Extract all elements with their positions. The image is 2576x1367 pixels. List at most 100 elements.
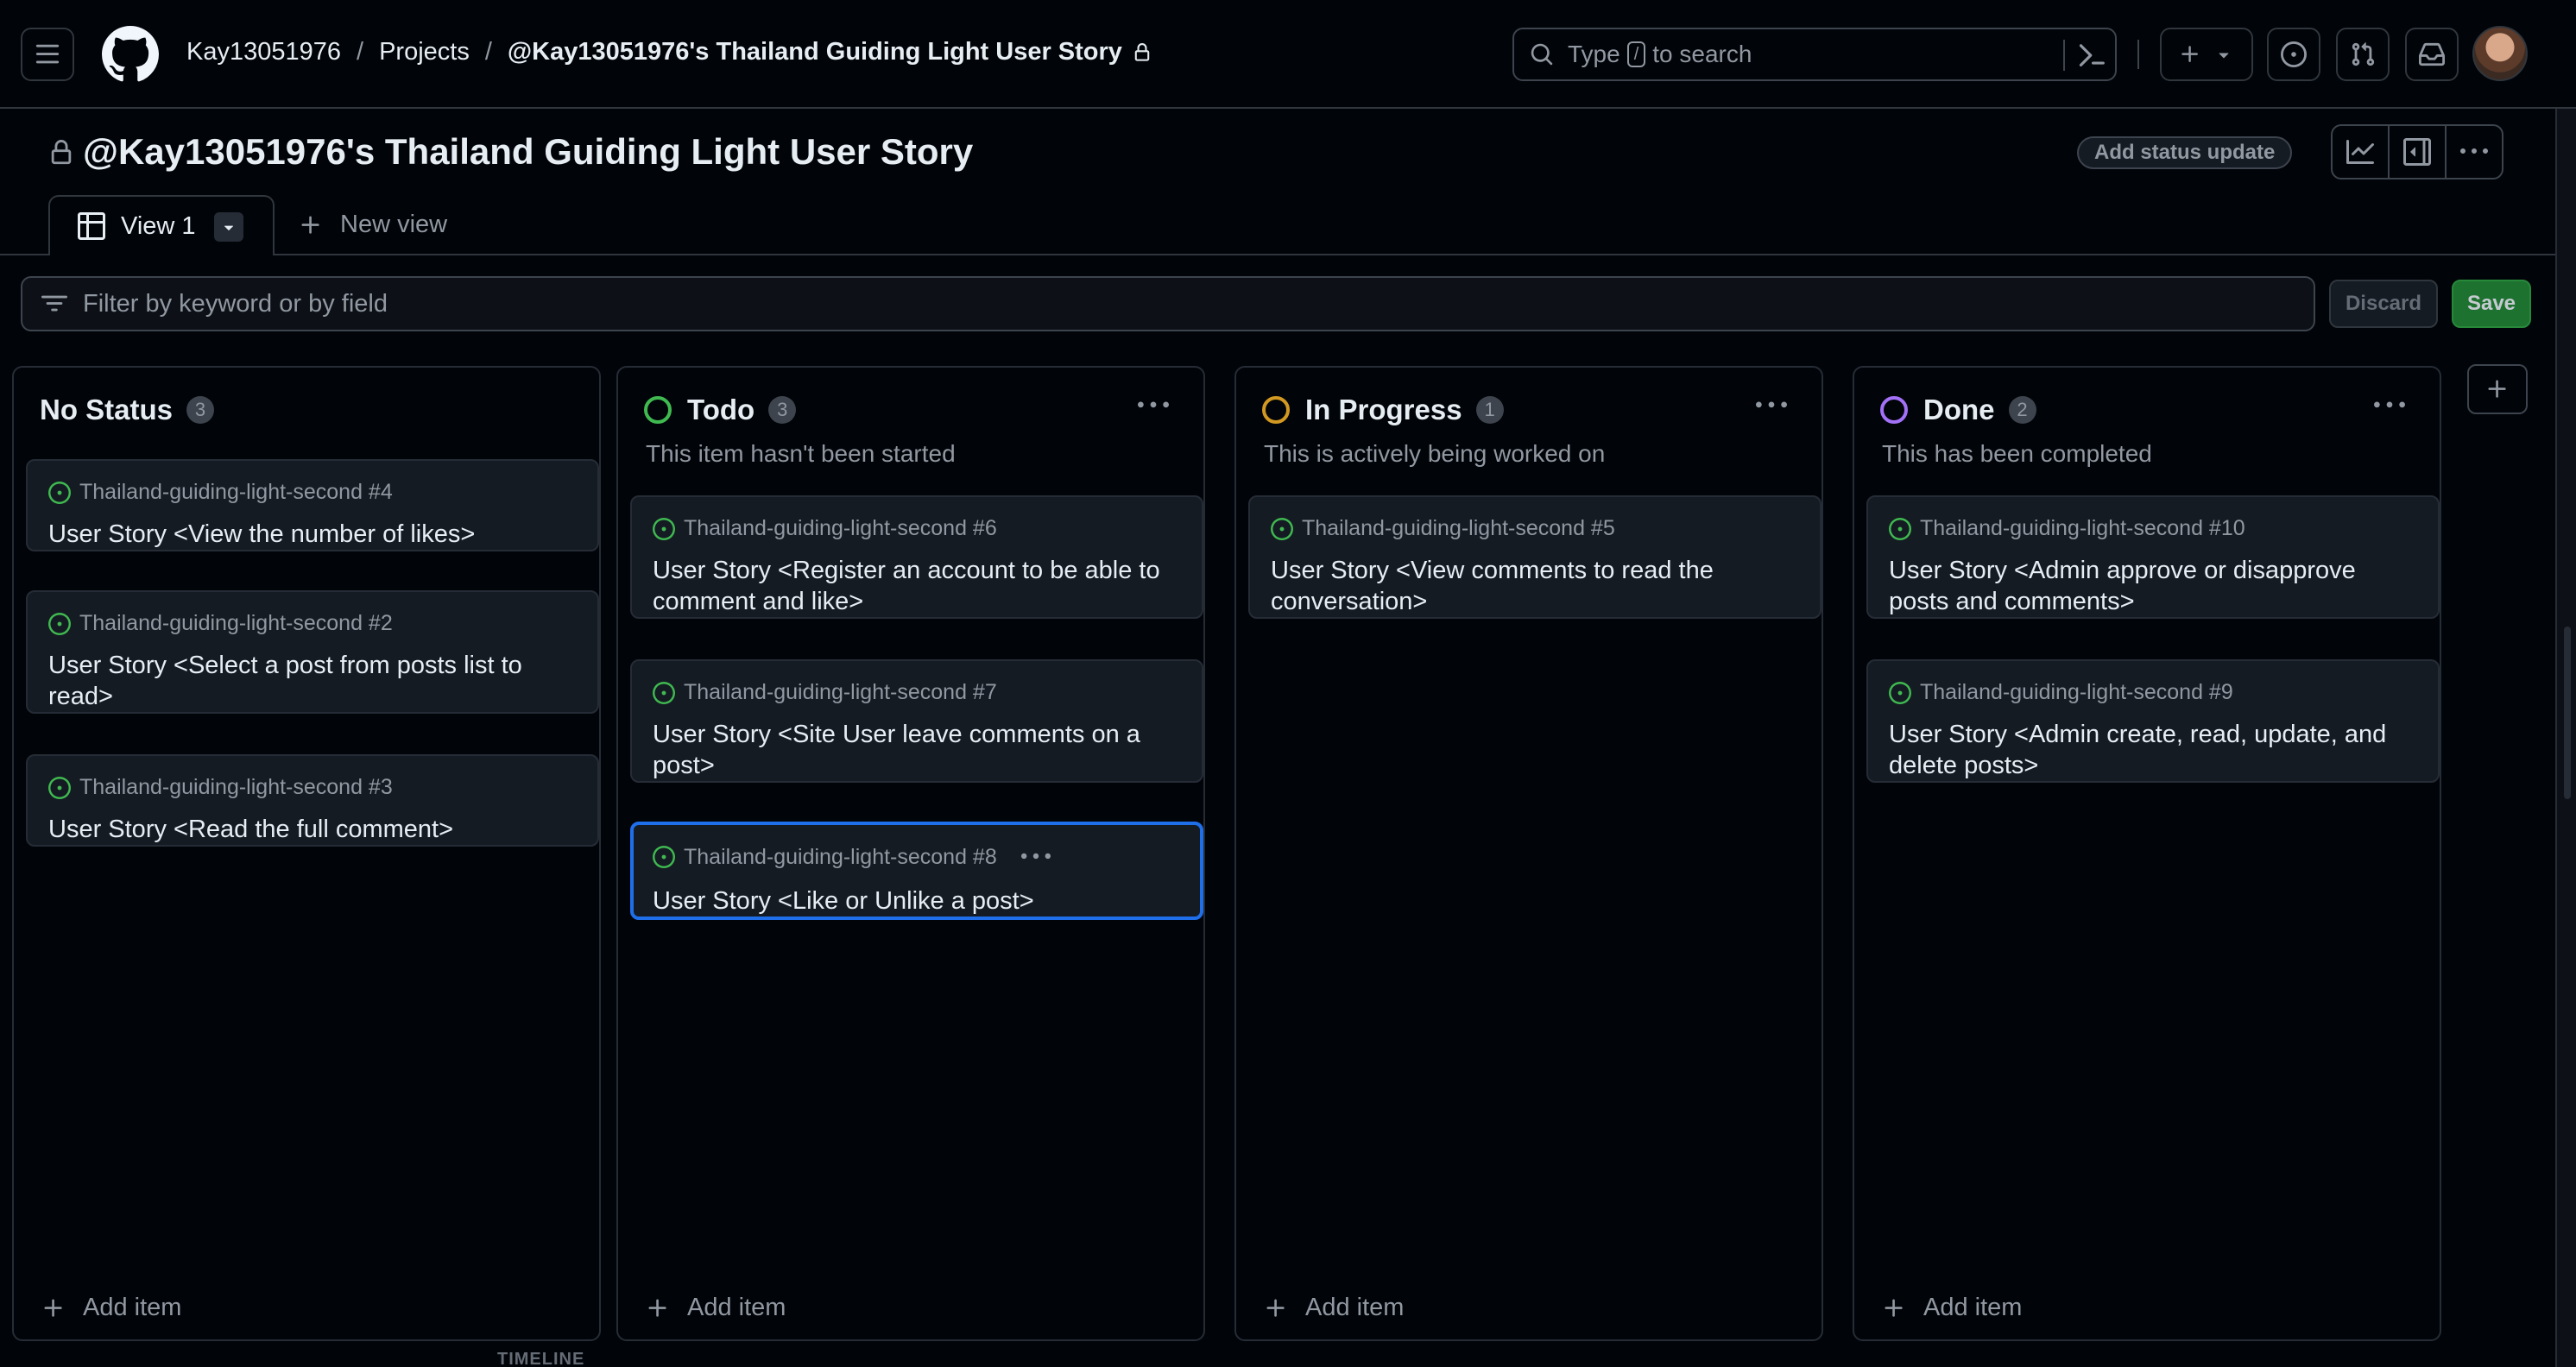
card-repo-label: Thailand-guiding-light-second #6 [684,516,997,540]
board-card[interactable]: Thailand-guiding-light-second #3 User St… [26,754,599,847]
hamburger-icon [35,44,60,64]
side-panel-button[interactable] [2390,126,2447,178]
column-title: Done [1923,394,1995,425]
card-repo: Thailand-guiding-light-second #2 [48,611,577,636]
board-card[interactable]: Thailand-guiding-light-second #2 User St… [26,590,599,714]
project-menu-button[interactable] [2447,126,2502,178]
column-header: No Status 3 [40,394,215,426]
breadcrumb-project-link[interactable]: @Kay13051976's Thailand Guiding Light Us… [508,38,1122,66]
card-title[interactable]: User Story <Register an account to be ab… [653,555,1181,617]
issues-button[interactable] [2267,28,2320,81]
column-header: Done 2 [1880,394,2036,426]
kebab-horizontal-icon [2460,148,2488,154]
project-title[interactable]: @Kay13051976's Thailand Guiding Light Us… [83,131,973,173]
search-input[interactable]: Type / to search [1512,28,2117,81]
board-icon [78,212,105,240]
user-avatar[interactable] [2472,26,2528,81]
create-new-button[interactable] [2160,28,2253,81]
add-column-button[interactable] [2467,364,2528,414]
page-scrollbar[interactable] [2555,109,2576,1367]
plus-icon [2181,46,2198,62]
column-description: This is actively being worked on [1264,440,1606,467]
breadcrumb-projects-link[interactable]: Projects [379,38,470,66]
add-item-button[interactable]: Add item [1264,1294,1404,1322]
column-title: In Progress [1305,394,1462,425]
card-repo-label: Thailand-guiding-light-second #5 [1302,516,1615,540]
insights-button[interactable] [2333,126,2390,178]
card-repo: Thailand-guiding-light-second #10 [1889,516,2417,541]
add-item-button[interactable]: Add item [1882,1294,2022,1322]
search-icon [1531,43,1553,66]
board-card[interactable]: Thailand-guiding-light-second #9 User St… [1866,659,2440,783]
card-menu-button[interactable] [1020,842,1051,872]
tab-view-1[interactable]: View 1 [48,195,275,255]
column-count-badge: 3 [186,396,215,424]
breadcrumb-separator: / [484,38,492,66]
column-menu-button[interactable] [1138,390,1169,421]
scrollbar-thumb[interactable] [2564,627,2571,799]
board-card[interactable]: Thailand-guiding-light-second #5 User St… [1248,495,1822,619]
column-menu-button[interactable] [2374,390,2405,421]
board-card-selected[interactable]: Thailand-guiding-light-second #8 User St… [630,822,1203,920]
breadcrumb-separator: / [357,38,364,66]
card-repo: Thailand-guiding-light-second #3 [48,775,577,800]
card-repo-label: Thailand-guiding-light-second #4 [79,480,393,504]
triangle-down-icon [2219,53,2229,59]
board-card[interactable]: Thailand-guiding-light-second #6 User St… [630,495,1203,619]
board-column-in-progress: In Progress 1 This is actively being wor… [1234,366,1823,1341]
card-title[interactable]: User Story <Read the full comment> [48,814,577,845]
sidebar-expand-icon [2403,138,2431,166]
board-card[interactable]: Thailand-guiding-light-second #4 User St… [26,459,599,551]
card-title[interactable]: User Story <Admin approve or disapprove … [1889,555,2417,617]
discard-button[interactable]: Discard [2329,280,2438,328]
add-item-button[interactable]: Add item [646,1294,786,1322]
issue-opened-icon [1889,681,1911,704]
github-logo-icon[interactable] [102,26,159,83]
card-title[interactable]: User Story <View the number of likes> [48,519,577,550]
command-palette-icon[interactable] [2077,41,2106,70]
filter-icon [41,295,67,312]
add-item-label: Add item [1305,1294,1405,1321]
new-view-label: New view [340,211,448,238]
card-title[interactable]: User Story <View comments to read the co… [1271,555,1799,617]
issue-opened-icon [1889,517,1911,540]
kebab-horizontal-icon [1756,401,1787,408]
search-shortcut-key: / [1626,41,1646,67]
plus-icon [44,1299,62,1317]
pull-requests-button[interactable] [2336,28,2390,81]
column-count-badge: 3 [768,396,797,424]
add-item-button[interactable]: Add item [41,1294,181,1322]
column-menu-button[interactable] [1756,390,1787,421]
new-view-button[interactable]: New view [299,211,447,239]
card-repo: Thailand-guiding-light-second #4 [48,480,577,505]
breadcrumb-owner-link[interactable]: Kay13051976 [186,38,341,66]
tabs-divider [0,254,2555,255]
issue-opened-icon [653,517,675,540]
plus-icon [2488,380,2506,398]
filter-placeholder: Filter by keyword or by field [83,289,388,318]
status-circle-icon [1262,396,1290,424]
status-circle-icon [1880,396,1908,424]
card-repo-label: Thailand-guiding-light-second #8 [684,844,997,869]
menu-button[interactable] [21,28,74,81]
add-status-update-button[interactable]: Add status update [2077,136,2293,169]
card-title[interactable]: User Story <Admin create, read, update, … [1889,719,2417,781]
board-card[interactable]: Thailand-guiding-light-second #10 User S… [1866,495,2440,619]
card-title[interactable]: User Story <Like or Unlike a post> [653,885,1181,917]
issue-opened-icon [48,481,71,504]
board-card[interactable]: Thailand-guiding-light-second #7 User St… [630,659,1203,783]
card-repo: Thailand-guiding-light-second #5 [1271,516,1799,541]
column-title: No Status [40,394,174,425]
card-repo-label: Thailand-guiding-light-second #9 [1920,680,2233,704]
global-header: Kay13051976 / Projects / @Kay13051976's … [0,0,2576,109]
card-title[interactable]: User Story <Select a post from posts lis… [48,650,577,712]
column-header: In Progress 1 [1262,394,1504,426]
card-repo: Thailand-guiding-light-second #6 [653,516,1181,541]
private-lock-icon [48,140,74,166]
view-options-button[interactable] [214,212,243,242]
filter-input[interactable]: Filter by keyword or by field [21,276,2315,331]
save-button[interactable]: Save [2452,280,2531,328]
inbox-button[interactable] [2405,28,2459,81]
card-title[interactable]: User Story <Site User leave comments on … [653,719,1181,781]
card-repo: Thailand-guiding-light-second #7 [653,680,1181,705]
